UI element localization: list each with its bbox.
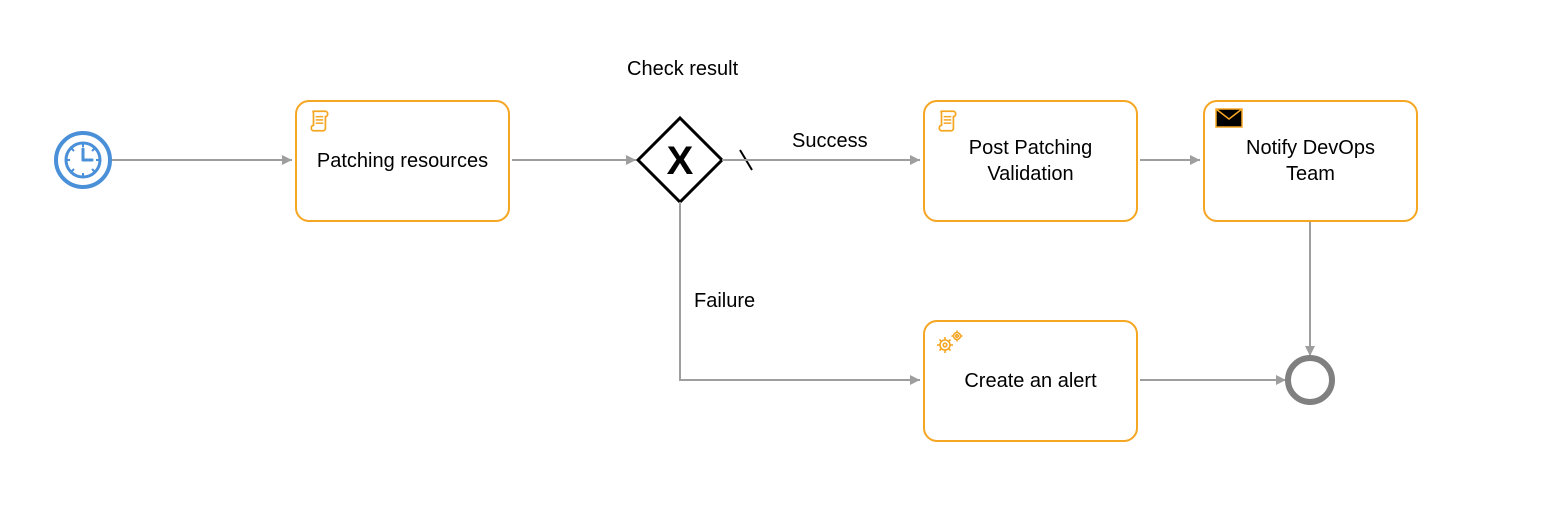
connectors-layer: X: [0, 0, 1562, 532]
timer-start-event: [56, 133, 110, 187]
edge-failure-label: Failure: [692, 290, 757, 313]
script-icon: [935, 108, 961, 140]
task-patching-resources: Patching resources: [295, 100, 510, 222]
gateway-label: Check result: [625, 58, 740, 81]
xor-gateway: X: [638, 118, 722, 202]
mail-icon: [1215, 108, 1243, 134]
task-notify-devops: Notify DevOps Team: [1203, 100, 1418, 222]
task-label: Create an alert: [964, 368, 1096, 394]
task-label: Notify DevOps Team: [1221, 135, 1400, 187]
task-create-alert: Create an alert: [923, 320, 1138, 442]
script-icon: [307, 108, 333, 140]
gears-icon: [935, 328, 965, 362]
edge-success-label: Success: [790, 130, 870, 153]
svg-text:X: X: [667, 139, 694, 183]
task-post-patching-validation: Post Patching Validation: [923, 100, 1138, 222]
end-event: [1288, 358, 1332, 402]
task-label: Post Patching Validation: [941, 135, 1120, 187]
bpmn-canvas: X Check result Success Failure: [0, 0, 1562, 532]
task-label: Patching resources: [317, 148, 488, 174]
